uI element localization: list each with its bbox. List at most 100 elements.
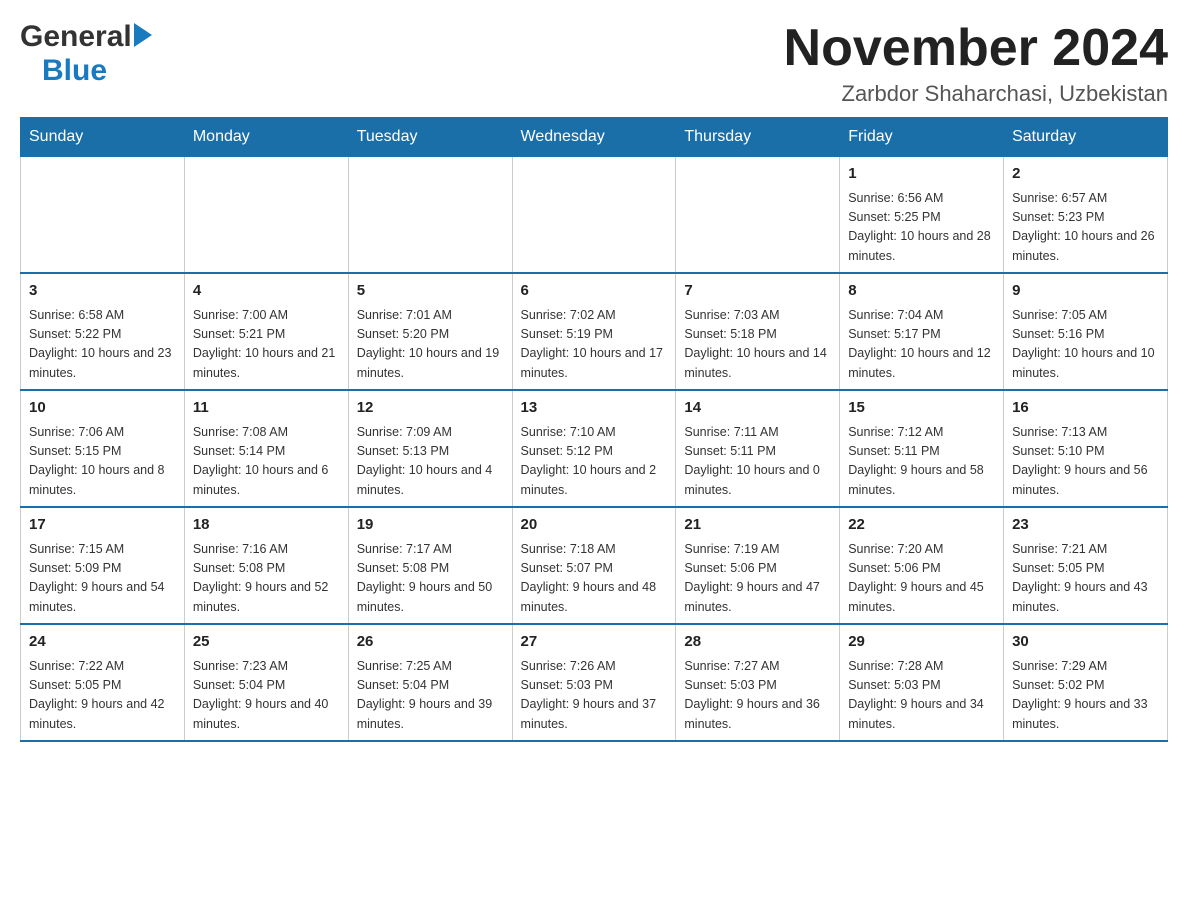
day-number: 4 — [193, 280, 340, 303]
day-info: Sunrise: 7:28 AM Sunset: 5:03 PM Dayligh… — [848, 657, 995, 735]
day-number: 11 — [193, 397, 340, 420]
calendar-cell — [512, 157, 676, 274]
calendar-cell: 19 Sunrise: 7:17 AM Sunset: 5:08 PM Dayli… — [348, 507, 512, 624]
day-header-wednesday: Wednesday — [512, 118, 676, 157]
day-info: Sunrise: 7:05 AM Sunset: 5:16 PM Dayligh… — [1012, 306, 1159, 384]
calendar-cell: 28 Sunrise: 7:27 AM Sunset: 5:03 PM Dayli… — [676, 624, 840, 741]
day-number: 19 — [357, 514, 504, 537]
calendar-cell — [676, 157, 840, 274]
day-info: Sunrise: 7:06 AM Sunset: 5:15 PM Dayligh… — [29, 423, 176, 501]
location-text: Zarbdor Shaharchasi, Uzbekistan — [784, 81, 1168, 107]
day-number: 18 — [193, 514, 340, 537]
day-number: 24 — [29, 631, 176, 654]
week-row-3: 10 Sunrise: 7:06 AM Sunset: 5:15 PM Dayli… — [21, 390, 1168, 507]
day-info: Sunrise: 7:27 AM Sunset: 5:03 PM Dayligh… — [684, 657, 831, 735]
calendar-cell: 1 Sunrise: 6:56 AM Sunset: 5:25 PM Daylig… — [840, 157, 1004, 274]
title-section: November 2024 Zarbdor Shaharchasi, Uzbek… — [784, 20, 1168, 107]
day-number: 28 — [684, 631, 831, 654]
month-title: November 2024 — [784, 20, 1168, 77]
day-number: 10 — [29, 397, 176, 420]
day-info: Sunrise: 7:29 AM Sunset: 5:02 PM Dayligh… — [1012, 657, 1159, 735]
day-info: Sunrise: 7:04 AM Sunset: 5:17 PM Dayligh… — [848, 306, 995, 384]
day-number: 27 — [521, 631, 668, 654]
day-number: 21 — [684, 514, 831, 537]
day-info: Sunrise: 7:12 AM Sunset: 5:11 PM Dayligh… — [848, 423, 995, 501]
day-number: 20 — [521, 514, 668, 537]
calendar-cell: 8 Sunrise: 7:04 AM Sunset: 5:17 PM Daylig… — [840, 273, 1004, 390]
calendar-cell: 18 Sunrise: 7:16 AM Sunset: 5:08 PM Dayli… — [184, 507, 348, 624]
calendar-cell: 30 Sunrise: 7:29 AM Sunset: 5:02 PM Dayli… — [1004, 624, 1168, 741]
day-number: 26 — [357, 631, 504, 654]
logo-arrow-icon — [134, 23, 152, 47]
day-info: Sunrise: 7:15 AM Sunset: 5:09 PM Dayligh… — [29, 540, 176, 618]
day-number: 25 — [193, 631, 340, 654]
day-number: 7 — [684, 280, 831, 303]
calendar-cell: 26 Sunrise: 7:25 AM Sunset: 5:04 PM Dayli… — [348, 624, 512, 741]
day-number: 15 — [848, 397, 995, 420]
calendar-cell: 15 Sunrise: 7:12 AM Sunset: 5:11 PM Dayli… — [840, 390, 1004, 507]
day-info: Sunrise: 7:17 AM Sunset: 5:08 PM Dayligh… — [357, 540, 504, 618]
calendar-cell: 2 Sunrise: 6:57 AM Sunset: 5:23 PM Daylig… — [1004, 157, 1168, 274]
day-number: 1 — [848, 163, 995, 186]
calendar-header-row: SundayMondayTuesdayWednesdayThursdayFrid… — [21, 118, 1168, 157]
calendar-cell: 9 Sunrise: 7:05 AM Sunset: 5:16 PM Daylig… — [1004, 273, 1168, 390]
calendar-cell: 21 Sunrise: 7:19 AM Sunset: 5:06 PM Dayli… — [676, 507, 840, 624]
day-info: Sunrise: 7:16 AM Sunset: 5:08 PM Dayligh… — [193, 540, 340, 618]
calendar-cell: 3Sunrise: 6:58 AM Sunset: 5:22 PM Daylig… — [21, 273, 185, 390]
logo-blue-text: Blue — [20, 54, 107, 88]
day-number: 9 — [1012, 280, 1159, 303]
week-row-2: 3Sunrise: 6:58 AM Sunset: 5:22 PM Daylig… — [21, 273, 1168, 390]
day-number: 13 — [521, 397, 668, 420]
calendar-table: SundayMondayTuesdayWednesdayThursdayFrid… — [20, 117, 1168, 742]
day-number: 12 — [357, 397, 504, 420]
day-number: 8 — [848, 280, 995, 303]
calendar-cell: 22 Sunrise: 7:20 AM Sunset: 5:06 PM Dayli… — [840, 507, 1004, 624]
week-row-5: 24Sunrise: 7:22 AM Sunset: 5:05 PM Dayli… — [21, 624, 1168, 741]
day-header-saturday: Saturday — [1004, 118, 1168, 157]
calendar-cell: 11 Sunrise: 7:08 AM Sunset: 5:14 PM Dayli… — [184, 390, 348, 507]
day-info: Sunrise: 7:00 AM Sunset: 5:21 PM Dayligh… — [193, 306, 340, 384]
day-info: Sunrise: 7:11 AM Sunset: 5:11 PM Dayligh… — [684, 423, 831, 501]
day-info: Sunrise: 6:58 AM Sunset: 5:22 PM Dayligh… — [29, 306, 176, 384]
calendar-cell: 14Sunrise: 7:11 AM Sunset: 5:11 PM Dayli… — [676, 390, 840, 507]
day-info: Sunrise: 7:21 AM Sunset: 5:05 PM Dayligh… — [1012, 540, 1159, 618]
calendar-cell — [184, 157, 348, 274]
calendar-cell: 4 Sunrise: 7:00 AM Sunset: 5:21 PM Daylig… — [184, 273, 348, 390]
calendar-cell: 7 Sunrise: 7:03 AM Sunset: 5:18 PM Daylig… — [676, 273, 840, 390]
day-info: Sunrise: 7:08 AM Sunset: 5:14 PM Dayligh… — [193, 423, 340, 501]
day-number: 16 — [1012, 397, 1159, 420]
day-number: 23 — [1012, 514, 1159, 537]
day-number: 5 — [357, 280, 504, 303]
calendar-cell — [21, 157, 185, 274]
day-info: Sunrise: 6:57 AM Sunset: 5:23 PM Dayligh… — [1012, 189, 1159, 267]
calendar-cell: 16 Sunrise: 7:13 AM Sunset: 5:10 PM Dayli… — [1004, 390, 1168, 507]
day-header-monday: Monday — [184, 118, 348, 157]
logo: General Blue — [20, 20, 152, 88]
calendar-cell: 23 Sunrise: 7:21 AM Sunset: 5:05 PM Dayli… — [1004, 507, 1168, 624]
calendar-cell: 20 Sunrise: 7:18 AM Sunset: 5:07 PM Dayli… — [512, 507, 676, 624]
day-info: Sunrise: 7:01 AM Sunset: 5:20 PM Dayligh… — [357, 306, 504, 384]
calendar-cell: 10 Sunrise: 7:06 AM Sunset: 5:15 PM Dayli… — [21, 390, 185, 507]
page-header: General Blue November 2024 Zarbdor Shaha… — [20, 20, 1168, 107]
week-row-4: 17Sunrise: 7:15 AM Sunset: 5:09 PM Dayli… — [21, 507, 1168, 624]
day-info: Sunrise: 7:02 AM Sunset: 5:19 PM Dayligh… — [521, 306, 668, 384]
calendar-cell: 17Sunrise: 7:15 AM Sunset: 5:09 PM Dayli… — [21, 507, 185, 624]
day-info: Sunrise: 7:19 AM Sunset: 5:06 PM Dayligh… — [684, 540, 831, 618]
day-info: Sunrise: 7:20 AM Sunset: 5:06 PM Dayligh… — [848, 540, 995, 618]
day-info: Sunrise: 7:18 AM Sunset: 5:07 PM Dayligh… — [521, 540, 668, 618]
day-info: Sunrise: 7:25 AM Sunset: 5:04 PM Dayligh… — [357, 657, 504, 735]
day-number: 29 — [848, 631, 995, 654]
day-number: 22 — [848, 514, 995, 537]
calendar-cell: 12 Sunrise: 7:09 AM Sunset: 5:13 PM Dayli… — [348, 390, 512, 507]
day-info: Sunrise: 7:09 AM Sunset: 5:13 PM Dayligh… — [357, 423, 504, 501]
day-header-friday: Friday — [840, 118, 1004, 157]
day-info: Sunrise: 7:13 AM Sunset: 5:10 PM Dayligh… — [1012, 423, 1159, 501]
day-number: 30 — [1012, 631, 1159, 654]
day-info: Sunrise: 6:56 AM Sunset: 5:25 PM Dayligh… — [848, 189, 995, 267]
calendar-cell: 5 Sunrise: 7:01 AM Sunset: 5:20 PM Daylig… — [348, 273, 512, 390]
day-header-sunday: Sunday — [21, 118, 185, 157]
day-number: 2 — [1012, 163, 1159, 186]
calendar-cell: 27Sunrise: 7:26 AM Sunset: 5:03 PM Dayli… — [512, 624, 676, 741]
day-number: 6 — [521, 280, 668, 303]
day-info: Sunrise: 7:03 AM Sunset: 5:18 PM Dayligh… — [684, 306, 831, 384]
